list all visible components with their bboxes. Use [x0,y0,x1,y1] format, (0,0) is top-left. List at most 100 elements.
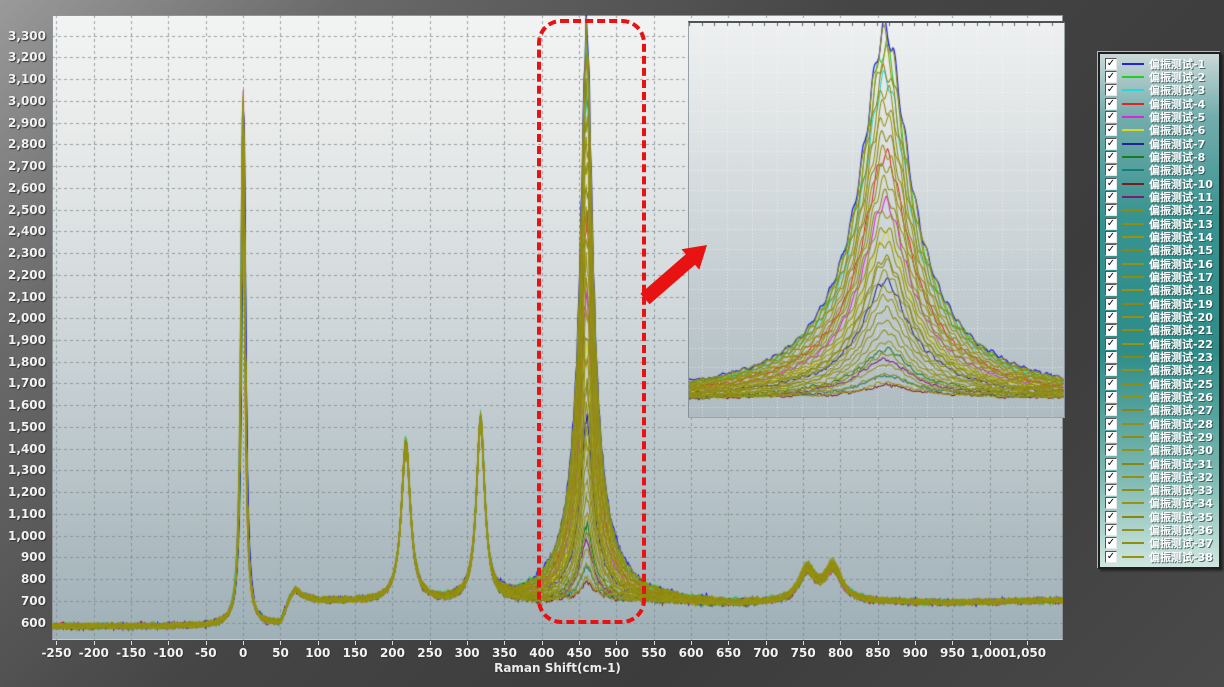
y-tick-label: 2,200 [0,268,46,282]
legend-checkbox[interactable]: ✓ [1105,258,1117,270]
legend-item[interactable]: ✓偏振测试-38 [1105,550,1219,563]
legend-checkbox[interactable]: ✓ [1105,444,1117,456]
legend-color-swatch [1122,183,1144,185]
legend-checkbox[interactable]: ✓ [1105,244,1117,256]
legend-color-swatch [1122,223,1144,225]
y-tick-label: 3,000 [0,94,46,108]
legend-checkbox[interactable]: ✓ [1105,124,1117,136]
x-tick-mark [392,641,393,645]
legend-color-swatch [1122,556,1144,558]
inset-zoom-chart [688,21,1065,418]
x-tick-mark [56,641,57,645]
legend-checkbox[interactable]: ✓ [1105,537,1117,549]
legend-color-swatch [1122,489,1144,491]
legend-checkbox[interactable]: ✓ [1105,111,1117,123]
y-tick-label: 3,200 [0,50,46,64]
x-axis-title: Raman Shift(cm-1) [52,661,1063,675]
legend-checkbox[interactable]: ✓ [1105,497,1117,509]
legend-color-swatch [1122,356,1144,358]
legend-color-swatch [1122,249,1144,251]
legend-checkbox[interactable]: ✓ [1105,231,1117,243]
legend-checkbox[interactable]: ✓ [1105,218,1117,230]
y-tick-label: 1,300 [0,463,46,477]
legend-checkbox[interactable]: ✓ [1105,311,1117,323]
legend-checkbox[interactable]: ✓ [1105,138,1117,150]
legend-panel[interactable]: ✓偏振测试-1✓偏振测试-2✓偏振测试-3✓偏振测试-4✓偏振测试-5✓偏振测试… [1098,52,1221,569]
legend-checkbox[interactable]: ✓ [1105,484,1117,496]
legend-checkbox[interactable]: ✓ [1105,418,1117,430]
x-tick-mark [915,641,916,645]
legend-color-swatch [1122,169,1144,171]
legend-checkbox[interactable]: ✓ [1105,58,1117,70]
raman-spectra-window: 6007008009001,0001,1001,2001,3001,4001,5… [0,0,1224,687]
legend-color-swatch [1122,103,1144,105]
x-tick-mark [467,641,468,645]
legend-color-swatch [1122,396,1144,398]
y-tick-label: 2,300 [0,246,46,260]
legend-checkbox[interactable]: ✓ [1105,404,1117,416]
x-tick-mark [243,641,244,645]
y-tick-label: 2,500 [0,203,46,217]
y-tick-label: 2,800 [0,137,46,151]
x-tick-mark [990,641,991,645]
y-tick-label: 1,500 [0,420,46,434]
x-tick-mark [803,641,804,645]
x-tick-mark [840,641,841,645]
legend-checkbox[interactable]: ✓ [1105,164,1117,176]
legend-checkbox[interactable]: ✓ [1105,471,1117,483]
legend-checkbox[interactable]: ✓ [1105,391,1117,403]
legend-checkbox[interactable]: ✓ [1105,351,1117,363]
legend-color-swatch [1122,156,1144,158]
legend-checkbox[interactable]: ✓ [1105,458,1117,470]
legend-color-swatch [1122,196,1144,198]
y-tick-label: 1,000 [0,529,46,543]
legend-color-swatch [1122,529,1144,531]
legend-color-swatch [1122,236,1144,238]
legend-checkbox[interactable]: ✓ [1105,378,1117,390]
y-tick-label: 1,700 [0,376,46,390]
legend-color-swatch [1122,276,1144,278]
x-tick-mark [430,641,431,645]
legend-checkbox[interactable]: ✓ [1105,364,1117,376]
legend-checkbox[interactable]: ✓ [1105,71,1117,83]
x-tick-mark [94,641,95,645]
legend-checkbox[interactable]: ✓ [1105,271,1117,283]
y-tick-label: 1,100 [0,507,46,521]
x-tick-mark [318,641,319,645]
legend-checkbox[interactable]: ✓ [1105,178,1117,190]
legend-color-swatch [1122,542,1144,544]
legend-color-swatch [1122,369,1144,371]
y-tick-label: 700 [0,594,46,608]
legend-color-swatch [1122,263,1144,265]
legend-checkbox[interactable]: ✓ [1105,524,1117,536]
legend-color-swatch [1122,289,1144,291]
legend-color-swatch [1122,63,1144,65]
legend-color-swatch [1122,303,1144,305]
legend-color-swatch [1122,516,1144,518]
legend-checkbox[interactable]: ✓ [1105,511,1117,523]
legend-color-swatch [1122,209,1144,211]
y-tick-label: 2,000 [0,311,46,325]
legend-checkbox[interactable]: ✓ [1105,191,1117,203]
legend-checkbox[interactable]: ✓ [1105,151,1117,163]
legend-checkbox[interactable]: ✓ [1105,84,1117,96]
x-tick-mark [542,641,543,645]
x-tick-label: 1,050 [999,646,1055,660]
x-tick-mark [952,641,953,645]
legend-color-swatch [1122,116,1144,118]
y-tick-label: 3,100 [0,72,46,86]
legend-checkbox[interactable]: ✓ [1105,204,1117,216]
legend-color-swatch [1122,449,1144,451]
legend-color-swatch [1122,76,1144,78]
legend-checkbox[interactable]: ✓ [1105,284,1117,296]
legend-checkbox[interactable]: ✓ [1105,324,1117,336]
legend-checkbox[interactable]: ✓ [1105,98,1117,110]
legend-checkbox[interactable]: ✓ [1105,298,1117,310]
highlight-box [537,19,647,625]
y-tick-label: 2,600 [0,181,46,195]
legend-checkbox[interactable]: ✓ [1105,338,1117,350]
legend-checkbox[interactable]: ✓ [1105,551,1117,563]
legend-checkbox[interactable]: ✓ [1105,431,1117,443]
x-tick-mark [206,641,207,645]
zoom-arrow-icon [640,238,712,306]
